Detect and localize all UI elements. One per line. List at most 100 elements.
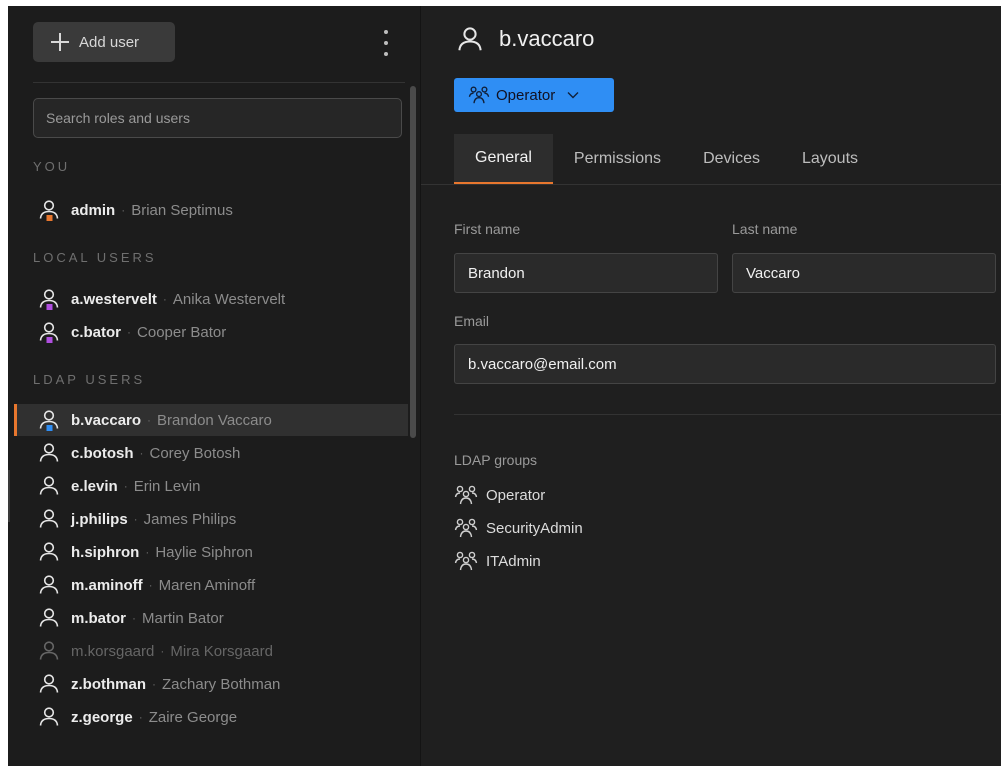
user-row-a-westervelt[interactable]: a.westervelt · Anika Westervelt <box>14 283 408 315</box>
user-icon <box>37 573 61 597</box>
user-full-name: Anika Westervelt <box>172 290 286 308</box>
user-row-z-bothman[interactable]: z.bothman · Zachary Bothman <box>14 668 408 700</box>
user-icon <box>37 320 61 344</box>
user-row-m-aminoff[interactable]: m.aminoff · Maren Aminoff <box>14 569 408 601</box>
separator-dot: · <box>132 611 137 625</box>
user-login: z.bothman <box>71 675 146 693</box>
separator-dot: · <box>152 677 156 691</box>
user-row-m-bator[interactable]: m.bator · Martin Bator <box>14 602 408 634</box>
user-icon <box>37 198 61 222</box>
first-name-field[interactable] <box>454 253 718 293</box>
user-login: h.siphron <box>71 543 140 561</box>
user-icon <box>37 441 61 465</box>
section-divider <box>454 414 1001 415</box>
ldap-groups-label: LDAP groups <box>454 452 538 468</box>
user-login: b.vaccaro <box>71 411 142 429</box>
page-title: b.vaccaro <box>499 26 595 51</box>
user-full-name: Brandon Vaccaro <box>157 411 272 429</box>
window-resize-handle[interactable] <box>8 470 10 522</box>
separator-dot: · <box>133 512 138 526</box>
search-roles-users-input[interactable] <box>33 98 402 138</box>
user-row-b-vaccaro[interactable]: b.vaccaro · Brandon Vaccaro <box>14 404 408 436</box>
section-header-you: YOU <box>33 159 71 174</box>
ldap-group-item: ITAdmin <box>454 550 541 572</box>
chevron-down-icon <box>567 92 579 99</box>
tab-layouts[interactable]: Layouts <box>781 134 879 184</box>
user-login: admin <box>71 201 116 219</box>
user-login: j.philips <box>71 510 128 528</box>
user-login: m.korsgaard <box>71 642 155 660</box>
detail-tabs: General Permissions Devices Layouts <box>454 134 879 184</box>
separator-dot: · <box>145 545 150 559</box>
user-icon <box>37 606 61 630</box>
separator-dot: · <box>121 203 126 217</box>
user-detail-panel: b.vaccaro Operator General Permissions D… <box>421 6 1001 766</box>
ldap-group-label: SecurityAdmin <box>486 519 583 537</box>
user-login: m.bator <box>71 609 127 627</box>
user-full-name: Zachary Bothman <box>162 675 281 693</box>
user-icon <box>37 639 61 663</box>
user-row-e-levin[interactable]: e.levin · Erin Levin <box>14 470 408 502</box>
user-full-name: Martin Bator <box>142 609 224 627</box>
user-row-h-siphron[interactable]: h.siphron · Haylie Siphron <box>14 536 408 568</box>
plus-icon <box>51 33 69 51</box>
user-login: c.botosh <box>71 444 134 462</box>
last-name-label: Last name <box>732 221 798 237</box>
user-row-c-botosh[interactable]: c.botosh · Corey Botosh <box>14 437 408 469</box>
separator-dot: · <box>138 710 143 724</box>
user-full-name: Brian Septimus <box>131 201 233 219</box>
user-group-icon <box>454 485 478 505</box>
separator-dot: · <box>123 479 128 493</box>
user-full-name: Erin Levin <box>133 477 201 495</box>
user-icon <box>37 507 61 531</box>
separator-dot: · <box>139 446 144 460</box>
user-icon <box>37 408 61 432</box>
user-row-admin[interactable]: admin · Brian Septimus <box>14 194 408 226</box>
sidebar-divider <box>33 82 405 83</box>
more-options-kebab-icon[interactable] <box>378 30 394 56</box>
user-icon <box>37 672 61 696</box>
user-full-name: James Philips <box>143 510 237 528</box>
user-row-z-george[interactable]: z.george · Zaire George <box>14 701 408 733</box>
user-full-name: Mira Korsgaard <box>170 642 273 660</box>
user-full-name: Haylie Siphron <box>155 543 253 561</box>
tab-devices[interactable]: Devices <box>682 134 781 184</box>
first-name-label: First name <box>454 221 521 237</box>
user-login: z.george <box>71 708 133 726</box>
user-icon <box>37 540 61 564</box>
ldap-group-label: ITAdmin <box>486 552 541 570</box>
user-full-name: Cooper Bator <box>137 323 227 341</box>
separator-dot: · <box>147 413 152 427</box>
user-row-c-bator[interactable]: c.bator · Cooper Bator <box>14 316 408 348</box>
tabs-divider <box>421 184 1001 185</box>
page-title-row: b.vaccaro <box>455 24 594 54</box>
ldap-group-item: Operator <box>454 484 545 506</box>
role-dropdown-button[interactable]: Operator <box>454 78 614 112</box>
sidebar-scrollbar[interactable] <box>410 86 416 438</box>
separator-dot: · <box>162 292 167 306</box>
tab-general[interactable]: General <box>454 134 553 184</box>
add-user-button[interactable]: Add user <box>33 22 175 62</box>
user-login: a.westervelt <box>71 290 157 308</box>
last-name-field[interactable] <box>732 253 996 293</box>
user-login: c.bator <box>71 323 122 341</box>
add-user-label: Add user <box>79 33 140 51</box>
user-full-name: Maren Aminoff <box>158 576 256 594</box>
tab-permissions[interactable]: Permissions <box>553 134 682 184</box>
user-group-icon <box>468 86 490 104</box>
separator-dot: · <box>148 578 153 592</box>
user-icon <box>37 287 61 311</box>
user-group-icon <box>454 518 478 538</box>
user-row-m-korsgaard[interactable]: m.korsgaard · Mira Korsgaard <box>14 635 408 667</box>
user-group-icon <box>454 551 478 571</box>
email-label: Email <box>454 313 490 329</box>
section-header-ldap-users: LDAP USERS <box>33 372 146 387</box>
user-full-name: Zaire George <box>148 708 238 726</box>
user-row-j-philips[interactable]: j.philips · James Philips <box>14 503 408 535</box>
user-login: e.levin <box>71 477 118 495</box>
user-icon <box>458 27 482 51</box>
user-login: m.aminoff <box>71 576 143 594</box>
email-field[interactable] <box>454 344 996 384</box>
user-management-window: Add user YOU admin · Brian Septimus LOCAL … <box>8 6 1001 766</box>
users-sidebar: Add user YOU admin · Brian Septimus LOCAL … <box>8 6 421 766</box>
